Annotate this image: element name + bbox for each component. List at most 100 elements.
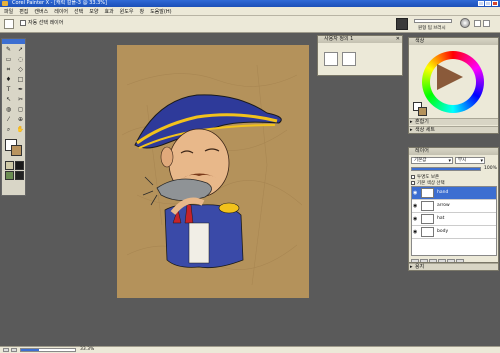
- pattern-selector-icon[interactable]: [5, 171, 14, 180]
- close-button[interactable]: [492, 1, 498, 6]
- crop-tool-icon[interactable]: ⌗: [3, 65, 14, 74]
- composite-method-value: 기본값: [414, 158, 427, 163]
- shape-tool-icon[interactable]: □: [15, 75, 26, 84]
- toolbox-selectors: [5, 161, 24, 180]
- rect-select-tool-icon[interactable]: ▭: [3, 55, 14, 64]
- layer-thumbnail: [421, 201, 434, 211]
- opacity-icon[interactable]: [460, 18, 470, 28]
- color-sets-section[interactable]: 색상 세트: [409, 126, 498, 134]
- reset-tool-button[interactable]: [474, 20, 481, 27]
- layer-adjuster-tool-icon[interactable]: ➚: [15, 45, 26, 54]
- composite-depth-select[interactable]: 무시: [455, 157, 485, 164]
- zoom-slider-fill: [21, 349, 39, 351]
- menu-canvas[interactable]: 캔버스: [34, 8, 48, 15]
- app-icon: [2, 1, 8, 6]
- color-swatches[interactable]: [413, 102, 427, 116]
- window-controls: [478, 1, 498, 6]
- auto-select-checkbox[interactable]: [20, 20, 26, 26]
- menu-edit[interactable]: 편집: [19, 8, 28, 15]
- scissors-tool-icon[interactable]: ✂: [15, 95, 26, 104]
- layer-row[interactable]: ◉ body: [412, 226, 496, 239]
- layers-panel: 레이어 기본값 무시 100% 투명도 보존 기본 색상 선택 ◉ hand ◉…: [408, 147, 499, 271]
- menu-select[interactable]: 선택: [74, 8, 83, 15]
- zoom-in-icon[interactable]: [11, 348, 17, 352]
- transform-tool-icon[interactable]: ◇: [15, 65, 26, 74]
- secondary-color-swatch[interactable]: [11, 145, 22, 156]
- menu-effects[interactable]: 효과: [104, 8, 113, 15]
- maximize-button[interactable]: [485, 1, 491, 6]
- layer-list: ◉ hand ◉ arrow ◉ hat ◉ body: [411, 186, 497, 256]
- layer-name: body: [437, 229, 449, 234]
- menu-window[interactable]: 윈도우: [120, 8, 134, 15]
- menu-shapes[interactable]: 모양: [89, 8, 98, 15]
- zoom-level: 33.3%: [80, 347, 95, 352]
- main-secondary-color[interactable]: [5, 139, 23, 157]
- layer-name: hand: [437, 190, 449, 195]
- preserve-transparency-checkbox[interactable]: [411, 175, 415, 179]
- paper-selector-icon[interactable]: [5, 161, 14, 170]
- toolbox: ✎ ➚ ▭ ◌ ⌗ ◇ ♦ □ T ✒ ↖ ✂ ◍ ◻ ⁄ ⊕ ⌕ ✋: [1, 38, 26, 196]
- secondary-color-swatch[interactable]: [418, 107, 427, 116]
- close-icon[interactable]: ✕: [396, 36, 400, 43]
- layer-name: arrow: [437, 203, 450, 208]
- custom-palette: 사용자 정의 1 ✕: [317, 35, 403, 76]
- document-canvas[interactable]: [117, 45, 309, 298]
- magnifier-tool-icon[interactable]: ⌕: [3, 125, 14, 134]
- dropper-fill-tool-icon[interactable]: ♦: [3, 75, 14, 84]
- text-tool-icon[interactable]: T: [3, 85, 14, 94]
- eye-icon[interactable]: ◉: [413, 190, 419, 196]
- menu-file[interactable]: 파일: [4, 8, 13, 15]
- menu-layers[interactable]: 레이어: [54, 8, 68, 15]
- dropper-tool-icon[interactable]: ⁄: [3, 115, 14, 124]
- shape-select-tool-icon[interactable]: ↖: [3, 95, 14, 104]
- grabber-tool-icon[interactable]: ✋: [15, 125, 26, 134]
- canvas-artwork: [121, 64, 303, 286]
- custom-brush-1-icon[interactable]: [324, 52, 338, 66]
- minimize-button[interactable]: [478, 1, 484, 6]
- menu-view[interactable]: 창: [139, 8, 144, 15]
- saturation-value-triangle[interactable]: [437, 64, 463, 90]
- opacity-control: 100%: [411, 166, 497, 172]
- eye-icon[interactable]: ◉: [413, 216, 419, 222]
- eye-icon[interactable]: ◉: [413, 229, 419, 235]
- colors-panel: 색상 혼합기 색상 세트: [408, 37, 499, 134]
- layer-adjuster-icon[interactable]: [4, 19, 14, 29]
- weaving-selector-icon[interactable]: [15, 171, 24, 180]
- pick-up-color-checkbox[interactable]: [411, 181, 415, 185]
- menu-help[interactable]: 도움말(H): [150, 8, 171, 15]
- layer-row[interactable]: ◉ hand: [412, 187, 496, 200]
- custom-palette-title: 사용자 정의 1: [324, 36, 354, 42]
- pen-tool-icon[interactable]: ✒: [15, 85, 26, 94]
- paper-panel: 용지: [408, 262, 499, 271]
- custom-palette-titlebar[interactable]: 사용자 정의 1 ✕: [318, 36, 402, 43]
- opacity-slider[interactable]: [411, 167, 481, 171]
- auto-select-label: 자동 선택 레이어: [28, 20, 64, 26]
- composite-method-select[interactable]: 기본값: [411, 157, 453, 164]
- eye-icon[interactable]: ◉: [413, 203, 419, 209]
- mixer-section[interactable]: 혼합기: [409, 118, 498, 126]
- custom-brush-2-icon[interactable]: [342, 52, 356, 66]
- brush-selector-button[interactable]: [396, 18, 408, 30]
- zoom-slider[interactable]: [20, 348, 76, 352]
- brush-size-slider[interactable]: [414, 19, 452, 23]
- layers-panel-titlebar[interactable]: 레이어: [409, 148, 498, 155]
- paint-bucket-tool-icon[interactable]: ◍: [3, 105, 14, 114]
- eraser-tool-icon[interactable]: ◻: [15, 105, 26, 114]
- hue-ring[interactable]: [422, 51, 484, 113]
- opacity-slider-fill: [412, 168, 480, 170]
- layer-name: hat: [437, 216, 445, 221]
- options-button[interactable]: [483, 20, 490, 27]
- lasso-tool-icon[interactable]: ◌: [15, 55, 26, 64]
- colors-panel-title: 색상: [415, 38, 425, 44]
- brush-tool-icon[interactable]: ✎: [3, 45, 14, 54]
- layer-row[interactable]: ◉ hat: [412, 213, 496, 226]
- layer-thumbnail: [421, 227, 434, 237]
- paper-section[interactable]: 용지: [409, 263, 498, 271]
- property-bar: 자동 선택 레이어 원형 팁 브러시: [0, 16, 500, 33]
- propbar-mini-buttons: [474, 20, 490, 27]
- gradient-selector-icon[interactable]: [15, 161, 24, 170]
- colors-panel-titlebar[interactable]: 색상: [409, 38, 498, 45]
- layer-row[interactable]: ◉ arrow: [412, 200, 496, 213]
- cloner-tool-icon[interactable]: ⊕: [15, 115, 26, 124]
- zoom-out-icon[interactable]: [3, 348, 9, 352]
